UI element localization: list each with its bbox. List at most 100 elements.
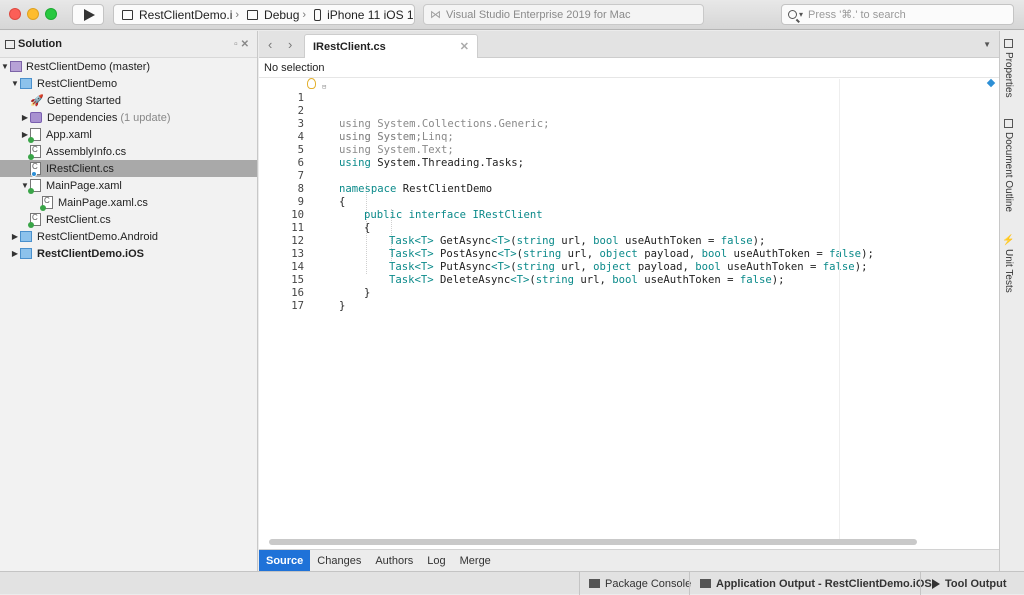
code-token: using (339, 118, 371, 130)
maximize-window-button[interactable] (45, 8, 57, 20)
unit-tests-pad-tab[interactable]: ⚡ Unit Tests (1003, 233, 1014, 293)
status-area: ⋈ Visual Studio Enterprise 2019 for Mac (423, 4, 704, 25)
tab-merge[interactable]: Merge (453, 550, 498, 572)
code-token: System.Linq; (370, 131, 454, 143)
search-input[interactable]: ▾ Press '⌘.' to search (781, 4, 1014, 25)
tab-label: IRestClient.cs (313, 40, 386, 53)
editor-tabbar: ‹ › IRestClient.cs ✕ ▼ (259, 31, 999, 58)
run-button[interactable] (72, 4, 104, 25)
project-selector[interactable]: RestClientDemo.i › (114, 8, 239, 22)
tree-item-app-xaml[interactable]: ▶ App.xaml (0, 126, 257, 143)
code-token: Task<T> (389, 261, 434, 273)
csharp-file-icon (28, 213, 41, 228)
tree-item-label: App.xaml (46, 128, 92, 141)
code-token: IRestClient (466, 209, 543, 221)
tool-output-label: Tool Output (945, 577, 1007, 590)
breadcrumb[interactable]: No selection (259, 58, 999, 78)
tree-item-ios-project[interactable]: ▶ RestClientDemo.iOS (0, 245, 257, 262)
code-token: string (516, 235, 555, 247)
code-token: object (599, 248, 638, 260)
run-configuration-selector[interactable]: RestClientDemo.i › Debug › iPhone 11 iOS… (113, 4, 415, 25)
pad-actions[interactable]: ▫✕ (234, 39, 252, 50)
code-token: useAuthToken = (727, 248, 830, 260)
configuration-selector[interactable]: Debug › (239, 8, 306, 22)
horizontal-scrollbar[interactable] (269, 539, 917, 545)
code-token: string (535, 274, 575, 286)
code-token: RestClientDemo (396, 183, 493, 195)
solution-icon (10, 61, 22, 72)
tool-output-button[interactable]: Tool Output (924, 572, 1007, 595)
code-token: url, (561, 248, 600, 260)
code-line: 5 using System.Threading.Tasks; (259, 131, 524, 169)
code-line: 7 namespace RestClientDemo (259, 157, 492, 195)
project-label: RestClientDemo.i (139, 7, 233, 22)
code-line: 13 Task<T> PutAsync<T>(string url, objec… (259, 235, 867, 273)
code-token: payload, (631, 261, 696, 273)
code-token: using (339, 131, 371, 143)
properties-pad-tab[interactable]: Properties (1003, 39, 1014, 98)
visual-studio-icon: ⋈ (430, 9, 441, 21)
code-token: <T> (510, 274, 530, 286)
configuration-label: Debug (264, 7, 300, 22)
code-token: false (829, 248, 862, 260)
project-icon (20, 231, 32, 242)
project-icon (20, 248, 32, 259)
package-console-button[interactable]: Package Console (581, 572, 691, 595)
minimize-window-button[interactable] (27, 8, 39, 20)
lightbulb-icon[interactable] (307, 78, 316, 89)
expand-arrow-icon[interactable]: ▶ (20, 113, 30, 122)
tree-item-solution[interactable]: ▼ RestClientDemo (master) (0, 58, 257, 75)
tree-item-mainpage-xaml-cs[interactable]: MainPage.xaml.cs (0, 194, 257, 211)
device-selector[interactable]: iPhone 11 iOS 13.3 (306, 7, 414, 22)
expand-arrow-icon[interactable]: ▶ (10, 249, 20, 258)
rocket-icon: 🚀 (30, 95, 44, 107)
document-outline-pad-tab[interactable]: Document Outline (1003, 119, 1014, 212)
device-label: iPhone 11 iOS 13.3 (327, 7, 414, 22)
tab-list-dropdown-icon[interactable]: ▼ (983, 40, 991, 49)
collapse-arrow-icon[interactable]: ▼ (0, 62, 10, 71)
close-icon[interactable]: ✕ (460, 40, 469, 53)
project-icon (20, 78, 32, 89)
line-number: 17 (291, 300, 304, 312)
play-icon (932, 578, 940, 589)
tree-item-project[interactable]: ▼ RestClientDemo (0, 75, 257, 92)
tree-item-irestclient[interactable]: IRestClient.cs (0, 160, 257, 177)
tab-authors[interactable]: Authors (368, 550, 420, 572)
code-line: 16 } (259, 274, 345, 312)
collapse-arrow-icon[interactable]: ▼ (10, 79, 20, 88)
tab-source[interactable]: Source (259, 550, 311, 572)
back-arrow-icon[interactable]: ‹ (268, 37, 272, 52)
tab-irestclient[interactable]: IRestClient.cs ✕ (304, 34, 478, 58)
tree-item-dependencies[interactable]: ▶ Dependencies (1 update) (0, 109, 257, 126)
code-token: ); (861, 248, 874, 260)
divider (920, 572, 921, 595)
code-editor[interactable]: 1 ⊟ using System; 2 using System.Collect… (259, 78, 999, 544)
search-icon (788, 10, 797, 19)
expand-arrow-icon[interactable]: ▶ (10, 232, 20, 241)
code-token: object (593, 261, 632, 273)
tab-log[interactable]: Log (420, 550, 452, 572)
code-token: Task<T> (389, 248, 434, 260)
code-token: Task<T> (389, 274, 434, 286)
close-window-button[interactable] (9, 8, 21, 20)
code-token: bool (695, 261, 721, 273)
tree-item-label: MainPage.xaml (46, 179, 122, 192)
configuration-icon (247, 9, 259, 20)
fold-icon[interactable]: ⊟ (322, 81, 329, 91)
code-line: 14 Task<T> DeleteAsync<T>(string url, bo… (259, 248, 784, 286)
properties-icon (1004, 39, 1013, 48)
code-token: ); (771, 274, 785, 286)
tree-item-getting-started[interactable]: 🚀 Getting Started (0, 92, 257, 109)
toolbar: RestClientDemo.i › Debug › iPhone 11 iOS… (0, 0, 1024, 30)
code-token: PostAsync (433, 248, 498, 260)
tab-changes[interactable]: Changes (310, 550, 368, 572)
application-output-button[interactable]: Application Output - RestClientDemo.iOS (692, 572, 932, 595)
tree-item-android-project[interactable]: ▶ RestClientDemo.Android (0, 228, 257, 245)
tree-item-restclient[interactable]: RestClient.cs (0, 211, 257, 228)
forward-arrow-icon[interactable]: › (288, 37, 292, 52)
code-line: 4 using System.Text; (259, 118, 454, 156)
code-token: DeleteAsync (433, 274, 511, 286)
tree-item-mainpage-xaml[interactable]: ▼ MainPage.xaml (0, 177, 257, 194)
tree-item-assemblyinfo[interactable]: AssemblyInfo.cs (0, 143, 257, 160)
code-token: url, (554, 261, 594, 273)
